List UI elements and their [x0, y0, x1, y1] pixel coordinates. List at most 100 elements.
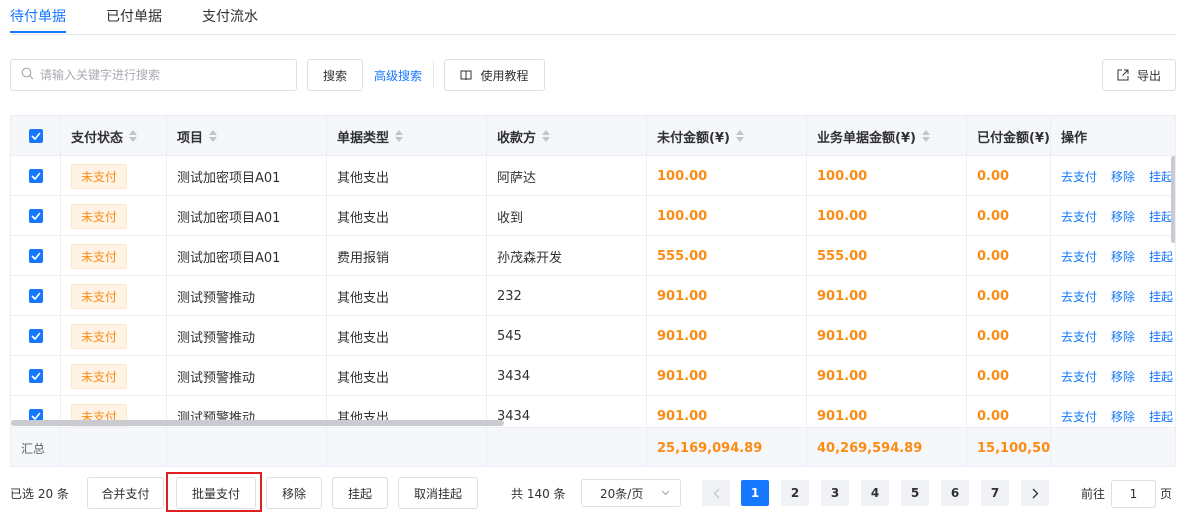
vertical-scrollbar[interactable] [1171, 156, 1175, 243]
status-badge: 未支付 [71, 163, 128, 189]
suspend-button[interactable]: 挂起 [332, 477, 388, 509]
remove-button[interactable]: 移除 [266, 477, 322, 509]
paid-amount-cell: 0.00 [967, 356, 1051, 396]
remove-action-link[interactable]: 移除 [1111, 328, 1135, 345]
pay-action-link[interactable]: 去支付 [1061, 248, 1097, 265]
column-header-bill-amount[interactable]: 业务单据金额(¥) [807, 116, 967, 156]
suspend-action-link[interactable]: 挂起 [1149, 408, 1173, 425]
tutorial-button[interactable]: 使用教程 [444, 59, 545, 91]
pay-action-link[interactable]: 去支付 [1061, 288, 1097, 305]
bill-amount-cell: 100.00 [807, 196, 967, 236]
paid-amount-cell: 0.00 [967, 196, 1051, 236]
column-header-status[interactable]: 支付状态 [61, 116, 167, 156]
row-checkbox[interactable] [29, 249, 43, 263]
tutorial-label: 使用教程 [480, 68, 529, 83]
column-header-payee[interactable]: 收款方 [487, 116, 647, 156]
batch-pay-button[interactable]: 批量支付 [176, 477, 256, 509]
column-header-unpaid-amount[interactable]: 未付金额(¥) [647, 116, 807, 156]
status-cell: 未支付 [61, 316, 167, 356]
row-checkbox[interactable] [29, 369, 43, 383]
row-select-cell [11, 236, 61, 276]
tab-paid-bills[interactable]: 已付单据 [106, 6, 162, 26]
goto-page-input[interactable]: 1 [1111, 480, 1156, 508]
row-checkbox[interactable] [29, 329, 43, 343]
row-checkbox[interactable] [29, 289, 43, 303]
bills-table: 支付状态 项目 单据类型 收款方 未付金额(¥) 业务单据金额(¥) 已付金额(… [10, 115, 1176, 467]
page-button-6[interactable]: 6 [941, 480, 969, 506]
search-button[interactable]: 搜索 [307, 59, 363, 91]
next-page-button[interactable] [1021, 480, 1049, 506]
status-cell: 未支付 [61, 356, 167, 396]
export-label: 导出 [1136, 68, 1161, 83]
remove-action-link[interactable]: 移除 [1111, 288, 1135, 305]
status-badge: 未支付 [71, 243, 128, 269]
page-button-1[interactable]: 1 [741, 480, 769, 506]
suspend-action-link[interactable]: 挂起 [1149, 168, 1173, 185]
suspend-action-link[interactable]: 挂起 [1149, 368, 1173, 385]
sort-icon [129, 130, 138, 142]
table-row: 未支付 测试预警推动 其他支出 545 901.00 901.00 0.00 去支付 移除 挂起 [11, 316, 1175, 356]
suspend-action-link[interactable]: 挂起 [1149, 328, 1173, 345]
suspend-action-link[interactable]: 挂起 [1149, 208, 1173, 225]
tab-pending-bills[interactable]: 待付单据 [10, 6, 66, 26]
table-row: 未支付 测试加密项目A01 其他支出 收到 100.00 100.00 0.00 去支付 移除挂… [11, 196, 1175, 236]
pay-action-link[interactable]: 去支付 [1061, 208, 1097, 225]
page-button-3[interactable]: 3 [821, 480, 849, 506]
column-header-bill-type[interactable]: 单据类型 [327, 116, 487, 156]
tab-payment-flow[interactable]: 支付流水 [202, 6, 258, 26]
pay-action-link[interactable]: 去支付 [1061, 168, 1097, 185]
page-button-7[interactable]: 7 [981, 480, 1009, 506]
payee-cell: 3434 [487, 396, 647, 427]
selected-count: 已选 20 条 [10, 487, 69, 501]
project-cell: 测试预警推动 [167, 356, 327, 396]
page-size-select[interactable]: 20条/页 [581, 479, 681, 507]
unpaid-amount-cell: 901.00 [647, 356, 807, 396]
bill-amount-cell: 555.00 [807, 236, 967, 276]
suspend-action-link[interactable]: 挂起 [1149, 288, 1173, 305]
bill-type-cell: 其他支出 [327, 196, 487, 236]
payee-cell: 545 [487, 316, 647, 356]
pay-action-link[interactable]: 去支付 [1061, 368, 1097, 385]
table-row: 未支付 测试加密项目A01 其他支出 阿萨达 100.00 100.00 0.00 去支付 移除… [11, 156, 1175, 196]
sort-icon [921, 130, 930, 142]
advanced-search-link[interactable]: 高级搜索 [374, 67, 422, 84]
page-button-4[interactable]: 4 [861, 480, 889, 506]
row-checkbox[interactable] [29, 209, 43, 223]
remove-action-link[interactable]: 移除 [1111, 368, 1135, 385]
select-all-checkbox[interactable] [29, 129, 43, 143]
paid-amount-cell: 0.00 [967, 236, 1051, 276]
row-checkbox[interactable] [29, 169, 43, 183]
project-cell: 测试预警推动 [167, 316, 327, 356]
bill-type-cell: 其他支出 [327, 156, 487, 196]
merge-pay-button[interactable]: 合并支付 [87, 477, 164, 509]
page-size-value: 20条/页 [600, 486, 644, 501]
page-button-5[interactable]: 5 [901, 480, 929, 506]
row-select-cell [11, 356, 61, 396]
pay-action-link[interactable]: 去支付 [1061, 328, 1097, 345]
unpaid-amount-cell: 901.00 [647, 276, 807, 316]
actions-cell: 去支付 移除 挂起 [1051, 276, 1175, 316]
unpaid-amount-cell: 100.00 [647, 196, 807, 236]
bill-amount-cell: 100.00 [807, 156, 967, 196]
summary-label: 汇总 [11, 428, 61, 466]
table-row: 未支付 测试预警推动 其他支出 3434 901.00 901.00 0.00 去支付 移除 挂起 [11, 356, 1175, 396]
actions-cell: 去支付 移除 挂起 [1051, 236, 1175, 276]
search-input[interactable] [40, 68, 280, 82]
suspend-action-link[interactable]: 挂起 [1149, 248, 1173, 265]
horizontal-scrollbar[interactable] [11, 420, 504, 426]
remove-action-link[interactable]: 移除 [1111, 248, 1135, 265]
book-icon [460, 70, 472, 81]
page-button-2[interactable]: 2 [781, 480, 809, 506]
remove-action-link[interactable]: 移除 [1111, 208, 1135, 225]
pay-action-link[interactable]: 去支付 [1061, 408, 1097, 425]
page-unit-label: 页 [1160, 487, 1173, 501]
cancel-suspend-button[interactable]: 取消挂起 [398, 477, 478, 509]
remove-action-link[interactable]: 移除 [1111, 168, 1135, 185]
toolbar-divider [433, 61, 434, 89]
column-header-project[interactable]: 项目 [167, 116, 327, 156]
prev-page-button[interactable] [702, 480, 730, 506]
remove-action-link[interactable]: 移除 [1111, 408, 1135, 425]
column-header-paid-amount[interactable]: 已付金额(¥) [967, 116, 1051, 156]
bill-type-cell: 费用报销 [327, 236, 487, 276]
export-button[interactable]: 导出 [1102, 59, 1176, 91]
